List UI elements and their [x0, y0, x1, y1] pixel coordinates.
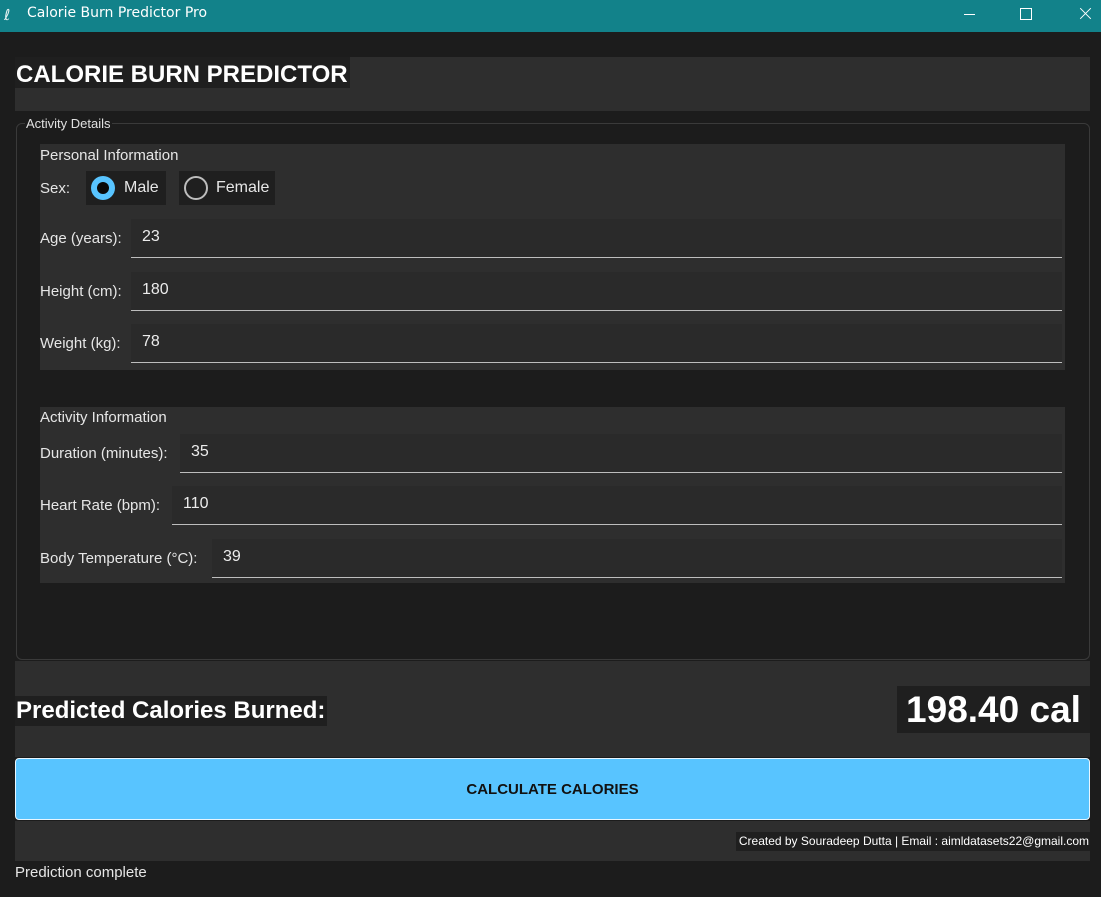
- activity-information-title: Activity Information: [40, 409, 167, 426]
- result-label: Predicted Calories Burned:: [15, 696, 328, 726]
- heart-rate-label: Heart Rate (bpm):: [40, 497, 161, 514]
- heart-rate-field[interactable]: [172, 486, 1062, 525]
- weight-input[interactable]: [131, 324, 1062, 362]
- radio-unselected-icon: [184, 176, 208, 200]
- weight-label: Weight (kg):: [40, 335, 121, 352]
- radio-selected-icon: [91, 176, 115, 200]
- page-title: CALORIE BURN PREDICTOR: [15, 57, 350, 88]
- sex-radio-male-label: Male: [124, 179, 159, 196]
- duration-input[interactable]: [180, 434, 1062, 472]
- duration-field[interactable]: [180, 434, 1062, 473]
- body-temperature-label: Body Temperature (°C):: [40, 550, 198, 567]
- weight-field[interactable]: [131, 324, 1062, 363]
- height-input[interactable]: [131, 272, 1062, 310]
- minimize-button[interactable]: [945, 0, 995, 32]
- age-field[interactable]: [131, 219, 1062, 258]
- sex-label: Sex:: [40, 180, 71, 197]
- activity-details-title: Activity Details: [25, 116, 112, 131]
- close-button[interactable]: [1051, 0, 1101, 32]
- height-field[interactable]: [131, 272, 1062, 311]
- personal-information-title: Personal Information: [40, 147, 179, 164]
- sex-radio-male[interactable]: Male: [86, 171, 166, 205]
- heart-rate-input[interactable]: [172, 486, 1062, 524]
- window-title: Calorie Burn Predictor Pro: [27, 5, 208, 21]
- title-bar: ℓ Calorie Burn Predictor Pro: [0, 0, 1101, 32]
- status-bar-text: Prediction complete: [15, 864, 147, 881]
- body-temperature-field[interactable]: [212, 539, 1062, 578]
- height-label: Height (cm):: [40, 283, 122, 300]
- calculate-calories-button[interactable]: CALCULATE CALORIES: [15, 758, 1090, 820]
- maximize-button[interactable]: [1001, 0, 1051, 32]
- sex-radio-female-label: Female: [216, 179, 270, 196]
- sex-radio-female[interactable]: Female: [179, 171, 275, 205]
- age-input[interactable]: [131, 219, 1062, 257]
- body-temperature-input[interactable]: [212, 539, 1062, 577]
- duration-label: Duration (minutes):: [40, 445, 168, 462]
- age-label: Age (years):: [40, 230, 122, 247]
- credit-text: Created by Souradeep Dutta | Email : aim…: [735, 832, 1090, 851]
- result-value: 198.40 cal: [897, 686, 1090, 733]
- feather-icon: ℓ: [4, 6, 11, 24]
